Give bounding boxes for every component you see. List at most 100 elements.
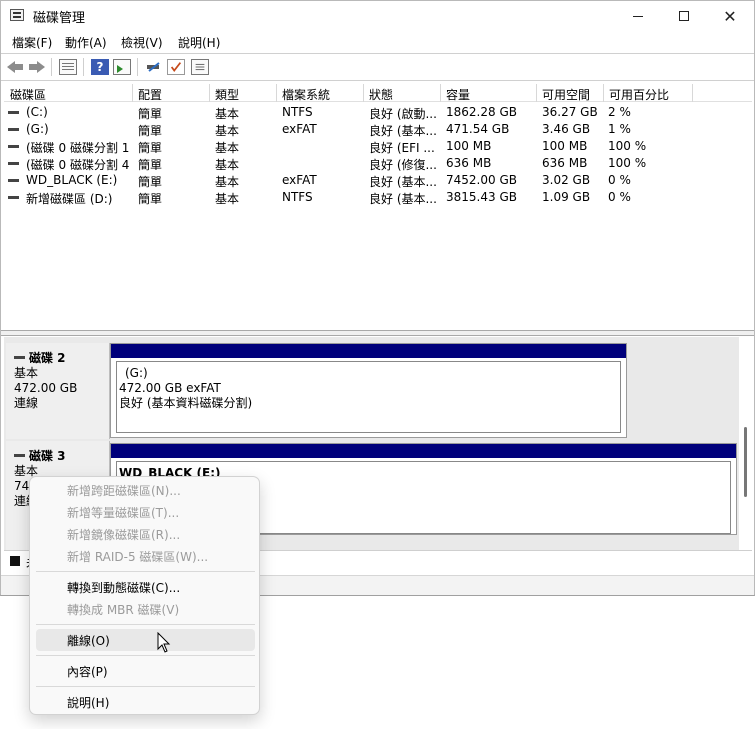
volume-row[interactable]: (磁碟 0 磁碟分割 1) 簡單 基本 良好 (EFI ... 100 MB 1… [4,138,752,155]
volume-row[interactable]: WD_BLACK (E:) 簡單 基本 exFAT 良好 (基本... 7452… [4,172,752,189]
checklist-icon[interactable] [167,59,185,75]
volume-status: 良好 (基本... [369,124,437,138]
volume-row[interactable]: (磁碟 0 磁碟分割 4) 簡單 基本 良好 (修復... 636 MB 636… [4,155,752,172]
menu-item-new-striped-volume[interactable]: 新增等量磁碟區(T)... [36,501,255,523]
disk-view-vertical-scrollbar[interactable] [742,337,752,551]
volume-layout: 簡單 [138,158,163,172]
help-icon[interactable]: ? [91,59,109,75]
column-divider[interactable] [363,84,364,102]
maximize-icon [679,11,689,21]
volume-name: (磁碟 0 磁碟分割 1) [26,141,130,155]
column-header-layout[interactable]: 配置 [138,86,162,103]
volume-layout: 簡單 [138,192,163,206]
maximize-button[interactable] [661,1,707,31]
title-bar[interactable]: 磁碟管理 ✕ [1,1,754,31]
menu-item-new-spanned-volume[interactable]: 新增跨距磁碟區(N)... [36,479,255,501]
menu-item-new-raid5-volume[interactable]: 新增 RAID-5 磁碟區(W)... [36,545,255,567]
menu-item-new-mirrored-volume[interactable]: 新增鏡像磁碟區(R)... [36,523,255,545]
pane-splitter[interactable] [1,330,754,336]
column-header-capacity[interactable]: 容量 [446,86,470,103]
column-header-volume[interactable]: 磁碟區 [10,86,46,103]
properties-icon[interactable] [59,59,77,75]
menu-item-convert-to-dynamic[interactable]: 轉換到動態磁碟(C)... [36,576,255,598]
volume-free-space: 1.09 GB [542,190,591,204]
column-divider[interactable] [276,84,277,102]
menu-file[interactable]: 檔案(F) [12,34,52,51]
volume-name: 新增磁碟區 (D:) [26,192,113,206]
forward-arrow-icon[interactable] [28,59,46,75]
volume-type: 基本 [215,192,240,206]
volume-status: 良好 (基本... [369,175,437,189]
partition-g[interactable]: (G:) 472.00 GB exFAT 良好 (基本資料磁碟分割) [110,343,627,438]
volume-percent-free: 0 % [608,190,631,204]
column-divider[interactable] [692,84,693,102]
volume-row[interactable]: (G:) 簡單 基本 exFAT 良好 (基本... 471.54 GB 3.4… [4,121,752,138]
column-divider[interactable] [209,84,210,102]
column-divider[interactable] [536,84,537,102]
column-divider[interactable] [603,84,604,102]
disk-icon [14,454,25,457]
menu-item-convert-to-mbr[interactable]: 轉換成 MBR 磁碟(V) [36,598,255,620]
volume-list-header: 磁碟區 配置 類型 檔案系統 狀態 容量 可用空間 可用百分比 [4,84,752,102]
column-divider[interactable] [132,84,133,102]
volume-layout: 簡單 [138,175,163,189]
volume-type: 基本 [215,175,240,189]
volume-capacity: 7452.00 GB [446,173,517,187]
show-pane-icon[interactable] [113,59,131,75]
close-button[interactable]: ✕ [707,1,753,31]
scrollbar-thumb[interactable] [744,427,747,497]
menu-item-offline[interactable]: 離線(O) [36,629,255,651]
volume-name: WD_BLACK (E:) [26,173,118,187]
volume-percent-free: 2 % [608,105,631,119]
column-header-percent-free[interactable]: 可用百分比 [609,86,669,103]
menu-item-help[interactable]: 說明(H) [36,691,255,713]
menu-bar: 檔案(F) 動作(A) 檢視(V) 說明(H) [1,31,754,53]
disk-2-label[interactable]: 磁碟 2 基本 472.00 GB 連線 [6,343,110,439]
volume-icon [8,162,19,165]
toolbar-separator [83,58,84,76]
volume-free-space: 36.27 GB [542,105,598,119]
disk-management-app-icon [10,9,24,21]
volume-capacity: 636 MB [446,156,492,170]
volume-name: (磁碟 0 磁碟分割 4) [26,158,130,172]
toolbar-separator [51,58,52,76]
volume-capacity: 100 MB [446,139,492,153]
volume-capacity: 471.54 GB [446,122,510,136]
menu-separator [36,624,255,625]
back-arrow-icon[interactable] [6,59,24,75]
column-header-free-space[interactable]: 可用空間 [542,86,590,103]
disk-icon [14,356,25,359]
volume-filesystem: NTFS [282,190,313,204]
menu-separator [36,571,255,572]
volume-percent-free: 100 % [608,156,647,170]
volume-filesystem: NTFS [282,105,313,119]
column-header-filesystem[interactable]: 檔案系統 [282,86,330,103]
close-icon: ✕ [723,6,737,26]
menu-separator [36,655,255,656]
column-header-type[interactable]: 類型 [215,86,239,103]
volume-type: 基本 [215,158,240,172]
disk-name: 磁碟 2 [29,351,66,365]
menu-action[interactable]: 動作(A) [65,34,107,51]
volume-free-space: 636 MB [542,156,588,170]
volume-row[interactable]: 新增磁碟區 (D:) 簡單 基本 NTFS 良好 (基本... 3815.43 … [4,189,752,206]
volume-layout: 簡單 [138,124,163,138]
connect-drive-icon[interactable] [145,59,163,75]
partition-header-bar [111,444,736,458]
minimize-icon [633,15,643,17]
volume-status: 良好 (EFI ... [369,141,435,155]
column-divider[interactable] [440,84,441,102]
column-header-status[interactable]: 狀態 [369,86,393,103]
volume-name: (G:) [26,122,49,136]
menu-help[interactable]: 說明(H) [178,34,220,51]
menu-view[interactable]: 檢視(V) [121,34,163,51]
unallocated-swatch [10,556,20,566]
list-view-icon[interactable] [191,59,209,75]
partition-size-fs: 472.00 GB exFAT [119,381,221,395]
volume-row[interactable]: (C:) 簡單 基本 NTFS 良好 (啟動... 1862.28 GB 36.… [4,104,752,121]
volume-percent-free: 1 % [608,122,631,136]
volume-status: 良好 (啟動... [369,107,437,121]
menu-item-properties[interactable]: 內容(P) [36,660,255,682]
minimize-button[interactable] [615,1,661,31]
volume-type: 基本 [215,124,240,138]
